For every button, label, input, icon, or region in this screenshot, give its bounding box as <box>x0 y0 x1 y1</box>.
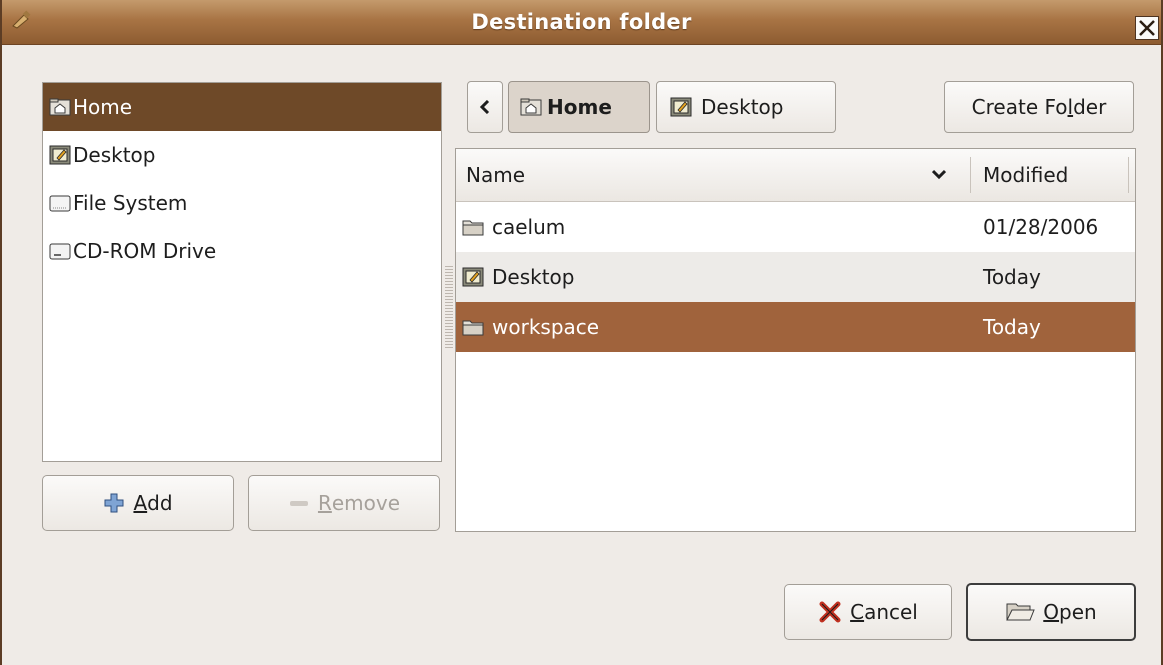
add-label: dd <box>147 491 173 515</box>
places-sidebar: Home Desktop File System CD-ROM Drive <box>42 82 442 462</box>
desktop-icon <box>462 267 484 287</box>
pane-resize-handle[interactable] <box>445 266 453 348</box>
breadcrumb-home[interactable]: Home <box>508 81 650 133</box>
sidebar-item-label: CD-ROM Drive <box>73 239 217 263</box>
cancel-button[interactable]: Cancel <box>784 584 952 640</box>
desktop-icon <box>670 97 692 117</box>
file-name: caelum <box>492 215 566 239</box>
folder-icon <box>462 320 484 336</box>
open-folder-icon <box>1006 603 1036 621</box>
cancel-mnemonic: C <box>850 600 865 624</box>
file-name: workspace <box>492 315 600 339</box>
drive-icon <box>49 195 71 212</box>
create-folder-button[interactable]: Create Fo l der <box>944 81 1134 133</box>
column-header-bar: Name Modified <box>456 149 1135 202</box>
close-icon <box>1139 20 1155 36</box>
sidebar-item-label: File System <box>73 191 188 215</box>
file-modified: Today <box>983 265 1041 289</box>
create-folder-label: Create Fo <box>971 95 1068 119</box>
breadcrumb-desktop[interactable]: Desktop <box>656 81 836 133</box>
add-icon <box>104 493 124 513</box>
column-divider <box>1128 157 1129 193</box>
cancel-label: ancel <box>864 600 918 624</box>
sidebar-item-desktop[interactable]: Desktop <box>43 131 441 179</box>
sidebar-item-cdrom[interactable]: CD-ROM Drive <box>43 227 441 275</box>
open-button[interactable]: Open <box>966 583 1136 641</box>
file-list: Name Modified caelum 01/28/2006 Desktop <box>455 148 1136 532</box>
title-bar[interactable]: Destination folder <box>2 0 1161 45</box>
file-modified: Today <box>983 315 1041 339</box>
home-folder-icon <box>49 98 71 116</box>
create-folder-label-end: der <box>1073 95 1107 119</box>
sort-down-icon[interactable] <box>932 169 946 181</box>
home-folder-icon <box>520 98 542 116</box>
column-header-modified[interactable]: Modified <box>983 163 1068 187</box>
chevron-left-icon <box>479 100 490 114</box>
file-row-caelum[interactable]: caelum 01/28/2006 <box>456 202 1135 252</box>
column-divider[interactable] <box>970 157 971 193</box>
sidebar-item-file-system[interactable]: File System <box>43 179 441 227</box>
file-name: Desktop <box>492 265 575 289</box>
file-chooser-dialog: Destination folder Home Desktop File Sys… <box>0 0 1163 665</box>
remove-label: emove <box>331 491 401 515</box>
sidebar-item-home[interactable]: Home <box>43 83 441 131</box>
column-header-name[interactable]: Name <box>466 163 525 187</box>
remove-icon <box>289 501 308 506</box>
sidebar-item-label: Desktop <box>73 143 156 167</box>
remove-mnemonic: R <box>317 491 332 515</box>
add-bookmark-button[interactable]: Add <box>42 475 234 531</box>
cdrom-drive-icon <box>49 243 71 260</box>
window-title: Destination folder <box>471 10 692 34</box>
folder-icon <box>462 220 484 236</box>
breadcrumb-label: Desktop <box>701 95 784 119</box>
breadcrumb-label: Home <box>547 95 612 119</box>
cancel-icon <box>819 601 841 623</box>
file-row-desktop[interactable]: Desktop Today <box>456 252 1135 302</box>
open-label: pen <box>1059 600 1097 624</box>
remove-bookmark-button[interactable]: Remove <box>248 475 440 531</box>
back-button[interactable] <box>467 81 503 133</box>
file-row-workspace[interactable]: workspace Today <box>456 302 1135 352</box>
open-mnemonic: O <box>1043 600 1060 624</box>
add-mnemonic: A <box>133 491 148 515</box>
file-modified: 01/28/2006 <box>983 215 1099 239</box>
desktop-icon <box>49 145 71 165</box>
close-button[interactable] <box>1135 16 1159 40</box>
sidebar-item-label: Home <box>73 95 133 119</box>
